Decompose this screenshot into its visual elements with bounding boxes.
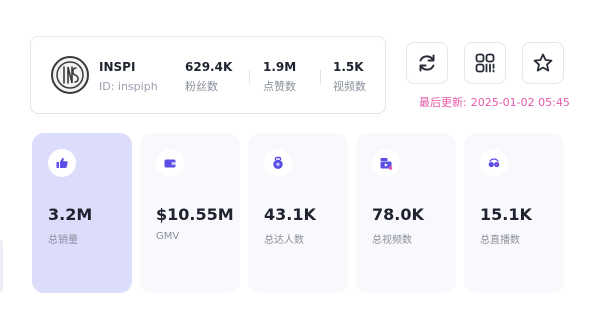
wallet-icon	[156, 149, 184, 177]
metric-value: 43.1K	[264, 205, 316, 224]
videos-stat: 1.5K 视频数	[333, 60, 366, 94]
video-icon	[372, 149, 400, 177]
refresh-button[interactable]	[406, 42, 448, 84]
last-update-time: 2025-01-02 05:45	[470, 96, 570, 109]
videos-value: 1.5K	[333, 60, 364, 74]
profile-name: INSPI	[99, 60, 136, 74]
avatar	[51, 56, 89, 94]
metric-value: 78.0K	[372, 205, 424, 224]
creator-icon	[264, 149, 292, 177]
followers-stat: 629.4K 粉丝数	[185, 60, 232, 94]
brand-logo-icon	[56, 61, 84, 89]
metric-value: 15.1K	[480, 205, 532, 224]
favorite-button[interactable]	[522, 42, 564, 84]
metric-label: 总直播数	[480, 235, 520, 246]
qr-code-button[interactable]	[464, 42, 506, 84]
star-icon	[533, 53, 553, 72]
metric-card-gmv[interactable]: $10.55M GMV	[140, 133, 240, 293]
metric-card-creators[interactable]: 43.1K 总达人数	[248, 133, 348, 293]
metric-label: 总视频数	[372, 235, 412, 246]
qr-code-icon	[475, 53, 495, 73]
metric-card-sales[interactable]: 3.2M 总销量	[32, 133, 132, 293]
metric-value: 3.2M	[48, 205, 93, 224]
side-panel-handle[interactable]	[0, 240, 3, 292]
stat-divider	[320, 70, 321, 84]
followers-label: 粉丝数	[185, 80, 218, 93]
stat-divider	[249, 70, 250, 84]
profile-card: INSPI ID: inspiph 629.4K 粉丝数 1.9M 点赞数 1.…	[30, 36, 386, 114]
profile-id: ID: inspiph	[99, 80, 158, 93]
metric-value: $10.55M	[156, 205, 234, 224]
videos-label: 视频数	[333, 80, 366, 93]
metric-label: 总达人数	[264, 235, 304, 246]
metric-card-videos[interactable]: 78.0K 总视频数	[356, 133, 456, 293]
thumbs-up-icon	[48, 149, 76, 177]
live-icon	[480, 149, 508, 177]
likes-value: 1.9M	[263, 60, 297, 74]
followers-value: 629.4K	[185, 60, 233, 74]
last-update: 最后更新: 2025-01-02 05:45	[419, 94, 570, 110]
metric-label: 总销量	[48, 235, 78, 246]
likes-label: 点赞数	[263, 80, 296, 93]
last-update-label: 最后更新:	[419, 96, 467, 109]
likes-stat: 1.9M 点赞数	[263, 60, 296, 94]
refresh-icon	[419, 54, 435, 72]
metric-card-live[interactable]: 15.1K 总直播数	[464, 133, 564, 293]
metric-label: GMV	[156, 231, 180, 242]
